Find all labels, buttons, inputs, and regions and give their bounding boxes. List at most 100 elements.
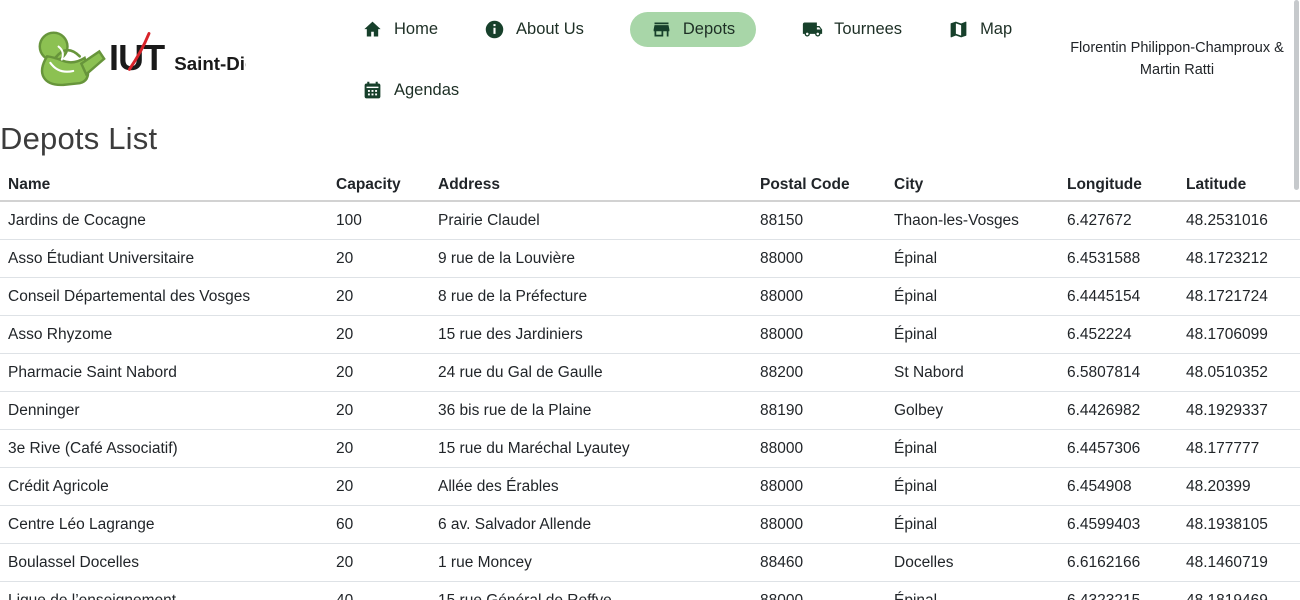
table-cell: 15 rue du Maréchal Lyautey <box>430 430 752 468</box>
table-row: Conseil Départemental des Vosges208 rue … <box>0 278 1300 316</box>
table-cell: 48.1721724 <box>1178 278 1300 316</box>
table-cell: 36 bis rue de la Plaine <box>430 392 752 430</box>
table-cell: Conseil Départemental des Vosges <box>0 278 328 316</box>
table-cell: 15 rue des Jardiniers <box>430 316 752 354</box>
nav-item-home[interactable]: Home <box>362 12 438 47</box>
table-cell: Jardins de Cocagne <box>0 201 328 240</box>
table-cell: 20 <box>328 430 430 468</box>
table-cell: 6.6162166 <box>1059 544 1178 582</box>
table-cell: Allée des Érables <box>430 468 752 506</box>
table-cell: Épinal <box>886 316 1059 354</box>
table-cell: 15 rue Général de Reffye <box>430 582 752 600</box>
table-row: Asso Rhyzome2015 rue des Jardiniers88000… <box>0 316 1300 354</box>
table-cell: Pharmacie Saint Nabord <box>0 354 328 392</box>
store-icon <box>651 19 672 40</box>
depots-table-body: Jardins de Cocagne100Prairie Claudel8815… <box>0 201 1300 600</box>
column-header-capacity: Capacity <box>328 169 430 201</box>
table-cell: 48.1929337 <box>1178 392 1300 430</box>
column-header-latitude: Latitude <box>1178 169 1300 201</box>
table-cell: 88190 <box>752 392 886 430</box>
column-header-postal-code: Postal Code <box>752 169 886 201</box>
table-row: Pharmacie Saint Nabord2024 rue du Gal de… <box>0 354 1300 392</box>
table-cell: St Nabord <box>886 354 1059 392</box>
column-header-longitude: Longitude <box>1059 169 1178 201</box>
nav-item-label: Map <box>980 20 1012 39</box>
table-row: 3e Rive (Café Associatif)2015 rue du Mar… <box>0 430 1300 468</box>
nav-item-label: Tournees <box>834 20 902 39</box>
nav-item-map[interactable]: Map <box>948 12 1012 47</box>
table-row: Denninger2036 bis rue de la Plaine88190G… <box>0 392 1300 430</box>
depots-table: Name Capacity Address Postal Code City L… <box>0 169 1300 600</box>
table-cell: 48.2531016 <box>1178 201 1300 240</box>
table-cell: 88000 <box>752 278 886 316</box>
brand-site-text: Saint-Dié <box>174 53 246 74</box>
nav-item-label: Home <box>394 20 438 39</box>
nav-item-about-us[interactable]: About Us <box>484 12 584 47</box>
table-cell: 100 <box>328 201 430 240</box>
table-row: Boulassel Docelles201 rue Moncey88460Doc… <box>0 544 1300 582</box>
table-cell: 6.4445154 <box>1059 278 1178 316</box>
calendar-icon <box>362 80 383 101</box>
vertical-scrollbar-thumb[interactable] <box>1294 0 1299 190</box>
home-icon <box>362 19 383 40</box>
authors-line1: Florentin Philippon-Champroux & <box>1070 40 1284 56</box>
table-cell: 20 <box>328 278 430 316</box>
truck-icon <box>802 19 823 40</box>
table-cell: 88000 <box>752 506 886 544</box>
table-cell: 48.0510352 <box>1178 354 1300 392</box>
column-header-name: Name <box>0 169 328 201</box>
table-cell: Épinal <box>886 240 1059 278</box>
info-icon <box>484 19 505 40</box>
main-nav: Home About Us Depots Tournees Map <box>362 12 1057 108</box>
table-cell: 88460 <box>752 544 886 582</box>
table-cell: 20 <box>328 392 430 430</box>
authors-line2: Martin Ratti <box>1140 62 1214 78</box>
nav-item-tournees[interactable]: Tournees <box>802 12 902 47</box>
nav-item-agendas[interactable]: Agendas <box>362 73 459 108</box>
table-header-row: Name Capacity Address Postal Code City L… <box>0 169 1300 201</box>
table-cell: 1 rue Moncey <box>430 544 752 582</box>
table-cell: 6 av. Salvador Allende <box>430 506 752 544</box>
table-cell: Épinal <box>886 468 1059 506</box>
table-cell: 88200 <box>752 354 886 392</box>
table-row: Crédit Agricole20Allée des Érables88000É… <box>0 468 1300 506</box>
table-cell: 88000 <box>752 468 886 506</box>
table-cell: Épinal <box>886 506 1059 544</box>
table-cell: 88000 <box>752 240 886 278</box>
authors-credit: Florentin Philippon-Champroux & Martin R… <box>1068 38 1286 82</box>
table-cell: 88150 <box>752 201 886 240</box>
table-cell: 6.4599403 <box>1059 506 1178 544</box>
table-cell: 6.5807814 <box>1059 354 1178 392</box>
table-cell: 6.427672 <box>1059 201 1178 240</box>
table-cell: Thaon-les-Vosges <box>886 201 1059 240</box>
table-cell: 48.20399 <box>1178 468 1300 506</box>
table-cell: 20 <box>328 240 430 278</box>
watering-can-logo: IUT Saint-Dié <box>34 27 246 93</box>
nav-item-depots[interactable]: Depots <box>630 12 756 47</box>
table-cell: 6.4457306 <box>1059 430 1178 468</box>
table-cell: 20 <box>328 544 430 582</box>
table-row: Ligue de l’enseignement4015 rue Général … <box>0 582 1300 600</box>
brand-logo[interactable]: IUT Saint-Dié <box>34 27 246 93</box>
table-cell: Docelles <box>886 544 1059 582</box>
table-cell: Prairie Claudel <box>430 201 752 240</box>
nav-item-label: About Us <box>516 20 584 39</box>
table-cell: 60 <box>328 506 430 544</box>
table-cell: 48.1819469 <box>1178 582 1300 600</box>
table-cell: 88000 <box>752 316 886 354</box>
table-cell: Asso Rhyzome <box>0 316 328 354</box>
table-cell: 48.1460719 <box>1178 544 1300 582</box>
nav-item-label: Depots <box>683 20 735 39</box>
table-cell: Ligue de l’enseignement <box>0 582 328 600</box>
table-cell: 6.4531588 <box>1059 240 1178 278</box>
page-title: Depots List <box>0 121 1300 157</box>
table-cell: Épinal <box>886 582 1059 600</box>
table-cell: Crédit Agricole <box>0 468 328 506</box>
table-cell: 20 <box>328 468 430 506</box>
table-cell: Denninger <box>0 392 328 430</box>
table-cell: 88000 <box>752 582 886 600</box>
table-cell: 20 <box>328 354 430 392</box>
table-cell: 3e Rive (Café Associatif) <box>0 430 328 468</box>
nav-item-label: Agendas <box>394 81 459 100</box>
table-cell: Centre Léo Lagrange <box>0 506 328 544</box>
